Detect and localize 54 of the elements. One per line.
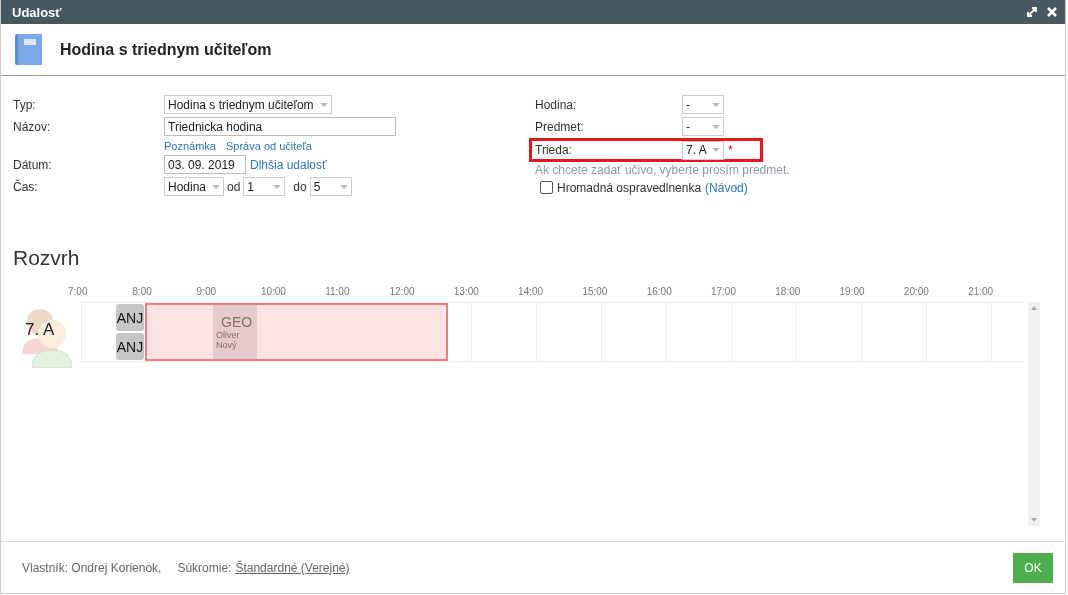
- expand-icon[interactable]: [1027, 7, 1037, 17]
- checkbox[interactable]: [540, 181, 553, 194]
- hour-label: 8:00: [132, 286, 153, 299]
- hour-label: 12:00: [389, 286, 416, 299]
- scrollbar[interactable]: [1028, 302, 1040, 526]
- field-label: Predmet:: [535, 119, 585, 134]
- subject-dropdown[interactable]: -: [682, 117, 724, 136]
- field-label: Dátum:: [13, 157, 53, 172]
- hint-text: Ak chcete zadať učivo, vyberte prosím predmet.: [535, 163, 790, 177]
- privacy-label: Súkromie:: [177, 560, 232, 575]
- hour-label: 7:00: [68, 286, 89, 299]
- hour-label: 19:00: [839, 286, 866, 299]
- field-label: Typ:: [13, 97, 37, 112]
- hour-label: 21:00: [968, 286, 995, 299]
- hour-label: 10:00: [260, 286, 287, 299]
- close-icon[interactable]: [1047, 7, 1057, 17]
- field-label: Názov:: [13, 119, 52, 134]
- required-mark: *: [728, 143, 733, 157]
- to-dropdown[interactable]: 5: [309, 177, 352, 196]
- lesson-block[interactable]: ANJ: [116, 333, 144, 360]
- hour-label: 13:00: [453, 286, 480, 299]
- to-label: do: [293, 179, 307, 194]
- hour-label: 16:00: [646, 286, 673, 299]
- field-label: Čas:: [13, 179, 39, 194]
- book-icon: [15, 34, 42, 65]
- field-label: Hodina:: [535, 97, 578, 112]
- field-label: Trieda:: [535, 143, 573, 157]
- owner-text: Vlastník: Ondrej Korienok,: [22, 560, 162, 575]
- class-label: 7. A: [25, 320, 55, 340]
- checkbox-label: Hromadná ospravedlnenka: [557, 180, 702, 195]
- hour-label: 15:00: [582, 286, 609, 299]
- guide-link[interactable]: (Návod): [705, 180, 748, 195]
- link[interactable]: Poznámka: [164, 140, 216, 152]
- hour-label: 17:00: [710, 286, 737, 299]
- time-mode-dropdown[interactable]: Hodina: [164, 177, 224, 196]
- privacy-link[interactable]: Štandardné (Verejné): [235, 560, 350, 575]
- class-dropdown[interactable]: 7. A: [682, 140, 724, 160]
- lesson-dropdown[interactable]: -: [682, 95, 724, 114]
- lesson-block[interactable]: ANJ: [116, 304, 144, 331]
- longer-event-link[interactable]: Dlhšia udalosť: [250, 157, 327, 172]
- hour-label: 14:00: [518, 286, 545, 299]
- dialog-title: Hodina s triednym učiteľom: [60, 40, 272, 59]
- from-label: od: [227, 179, 241, 194]
- hour-label: 11:00: [325, 286, 351, 299]
- window-title: Udalosť: [12, 4, 62, 20]
- from-dropdown[interactable]: 1: [243, 177, 286, 196]
- name-input[interactable]: Triednicka hodina: [164, 117, 396, 136]
- date-input[interactable]: 03. 09. 2019: [164, 155, 246, 174]
- hour-label: 20:00: [903, 286, 930, 299]
- link[interactable]: Správa od učiteľa: [226, 140, 312, 152]
- hour-label: 18:00: [775, 286, 802, 299]
- hour-label: 9:00: [196, 286, 218, 299]
- type-dropdown[interactable]: Hodina s triednym učiteľom: [164, 95, 332, 114]
- section-title: Rozvrh: [12, 245, 81, 271]
